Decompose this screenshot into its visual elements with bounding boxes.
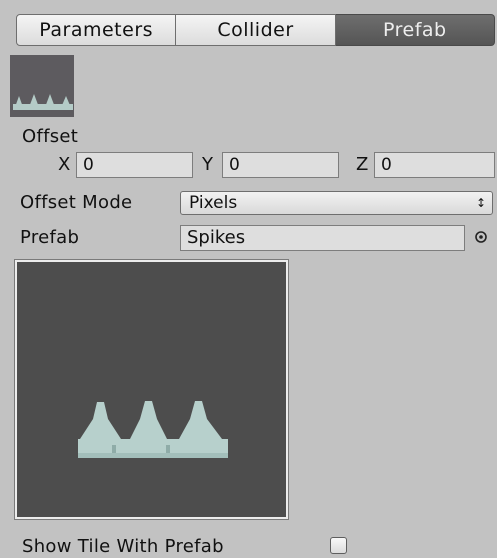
offset-z-label: Z — [356, 154, 369, 175]
offset-y-label: Y — [202, 154, 214, 175]
show-tile-with-prefab-label: Show Tile With Prefab — [22, 536, 224, 557]
offset-x-field[interactable]: 0 — [76, 152, 193, 178]
offset-y-field[interactable]: 0 — [222, 152, 339, 178]
show-tile-with-prefab-checkbox[interactable] — [330, 537, 347, 554]
tab-prefab[interactable]: Prefab — [335, 14, 495, 46]
offset-z-field[interactable]: 0 — [374, 152, 495, 178]
spikes-sprite-icon — [13, 94, 73, 110]
prefab-object-field[interactable]: Spikes — [180, 225, 465, 251]
tab-collider[interactable]: Collider — [176, 14, 336, 46]
offset-mode-label: Offset Mode — [20, 192, 133, 213]
updown-arrow-icon: ↕ — [475, 196, 486, 210]
object-picker-icon[interactable] — [474, 229, 488, 243]
offset-mode-dropdown[interactable]: Pixels ↕ — [180, 191, 493, 215]
offset-label: Offset — [22, 126, 79, 147]
offset-x-label: X — [58, 154, 71, 175]
tile-thumbnail — [10, 55, 74, 117]
tab-bar: Parameters Collider Prefab — [16, 14, 495, 46]
prefab-label: Prefab — [20, 227, 80, 248]
tab-parameters[interactable]: Parameters — [16, 14, 177, 46]
spikes-preview-icon — [78, 401, 228, 458]
offset-mode-value: Pixels — [189, 193, 238, 213]
prefab-preview — [14, 259, 289, 520]
